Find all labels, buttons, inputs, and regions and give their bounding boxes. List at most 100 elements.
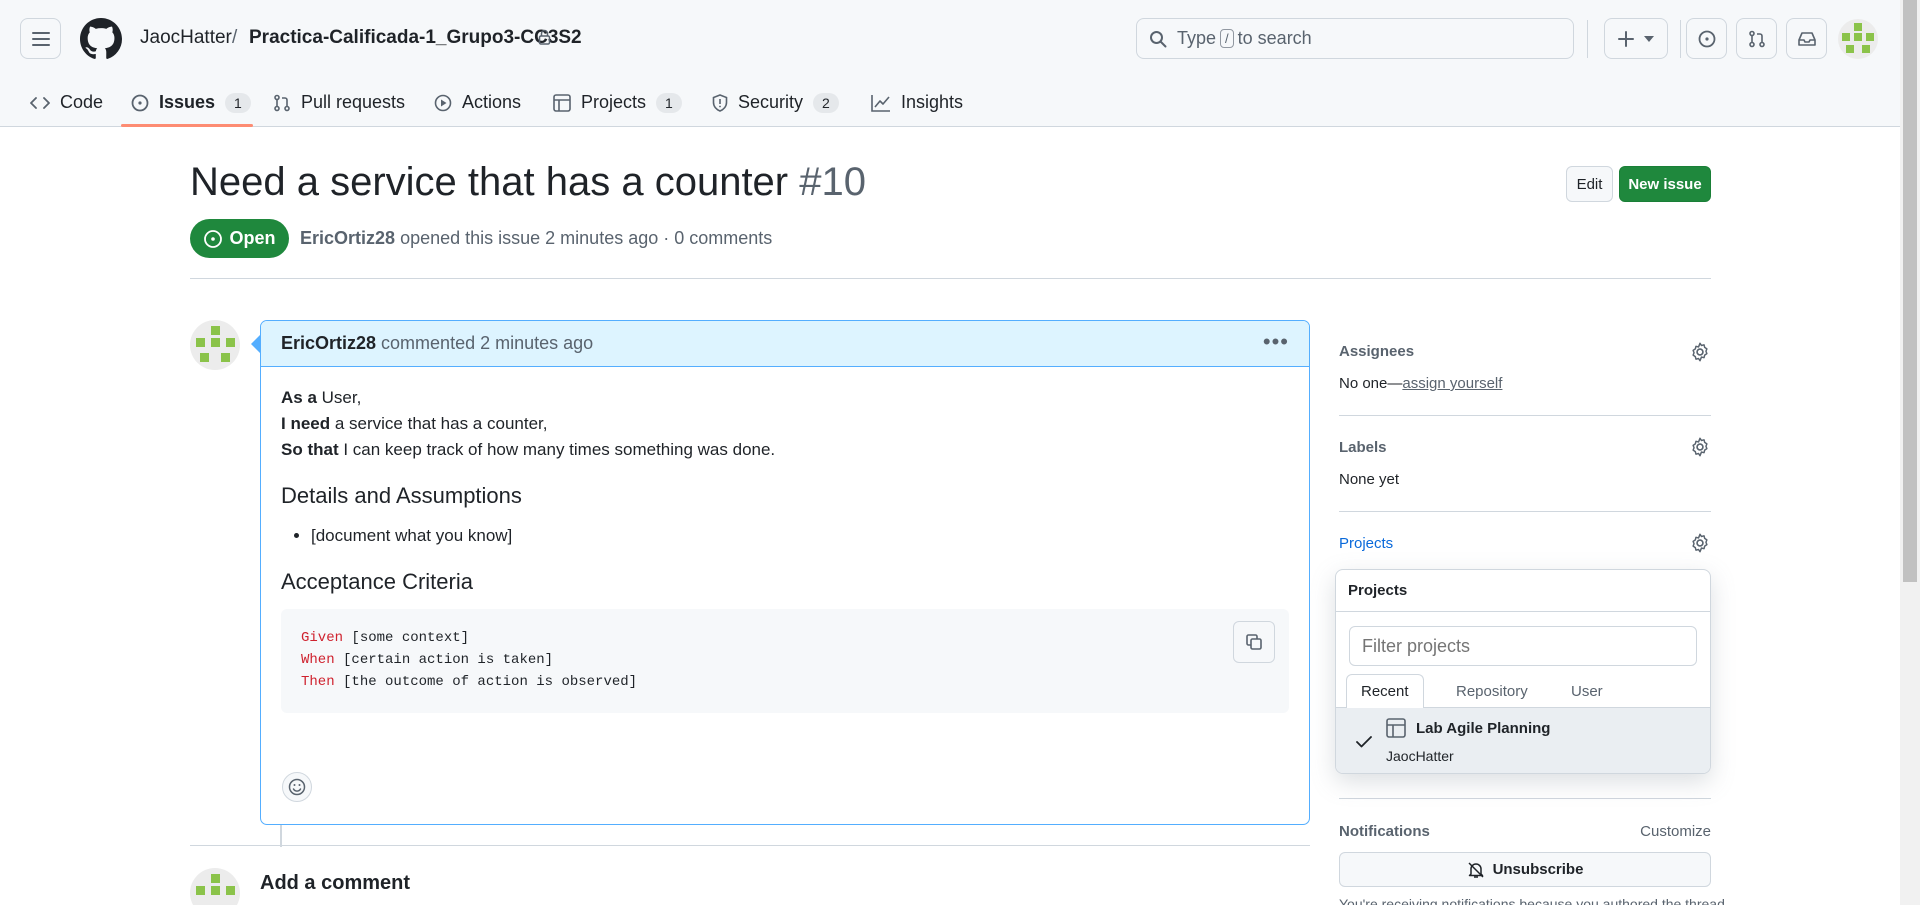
assignees-none: No one— (1339, 375, 1403, 392)
notification-reason: You're receiving notifications because y… (1339, 896, 1729, 905)
details-list: [document what you know] (311, 523, 1289, 549)
issue-title: Need a service that has a counter #10 (190, 160, 866, 205)
tab-count: 2 (813, 92, 839, 113)
chevron-down-icon (1644, 35, 1654, 42)
tab-recent[interactable]: Recent (1346, 674, 1424, 709)
tab-label: Security (738, 92, 804, 112)
shield-icon (712, 93, 728, 112)
unsubscribe-label: Unsubscribe (1492, 861, 1584, 878)
github-logo-icon[interactable] (80, 18, 122, 60)
comment-header: EricOrtiz28 commented 2 minutes ago ••• (261, 321, 1309, 367)
code-icon (30, 96, 50, 109)
divider (190, 845, 1310, 846)
lock-icon (538, 29, 551, 45)
issue-comment: EricOrtiz28 commented 2 minutes ago ••• … (260, 320, 1310, 825)
tab-count: 1 (225, 92, 251, 113)
list-item: [document what you know] (311, 523, 1289, 549)
gear-icon[interactable] (1689, 532, 1711, 554)
bold-text: As a (281, 388, 317, 407)
acceptance-heading: Acceptance Criteria (281, 569, 473, 594)
tab-count: 1 (656, 92, 682, 113)
project-option[interactable]: Lab Agile Planning JaocHatter (1336, 708, 1710, 773)
tab-user[interactable]: User (1557, 674, 1617, 708)
user-avatar[interactable] (1838, 19, 1878, 59)
inbox-icon (1797, 31, 1816, 46)
graph-icon (871, 94, 890, 112)
tab-issues[interactable]: Issues 1 (131, 78, 251, 127)
projects-label[interactable]: Projects (1339, 535, 1393, 552)
issues-button[interactable] (1686, 18, 1727, 59)
issue-title-text: Need a service that has a counter (190, 160, 789, 204)
comment-timestamp[interactable]: commented 2 minutes ago (381, 333, 593, 354)
global-header: JaocHatter / Practica-Calificada-1_Grupo… (0, 0, 1900, 127)
tab-actions[interactable]: Actions (434, 78, 521, 127)
labels-label[interactable]: Labels (1339, 439, 1387, 456)
tab-code[interactable]: Code (30, 78, 103, 127)
inbox-button[interactable] (1786, 18, 1827, 59)
comment-body: As a User, I need a service that has a c… (261, 385, 1309, 713)
breadcrumb-owner[interactable]: JaocHatter (140, 27, 232, 49)
breadcrumb-repo[interactable]: Practica-Calificada-1_Grupo3-CC3S2 (249, 27, 582, 49)
issue-meta-text: opened this issue 2 minutes ago · 0 comm… (400, 228, 773, 248)
notifications-label: Notifications (1339, 823, 1430, 840)
text: a service that has a counter, (330, 414, 548, 433)
divider (1339, 798, 1711, 799)
gear-icon[interactable] (1689, 341, 1711, 363)
issue-author-link[interactable]: EricOrtiz28 (300, 228, 395, 248)
scrollbar-thumb[interactable] (1903, 0, 1917, 582)
git-pull-request-icon (1748, 30, 1765, 47)
project-owner: JaocHatter (1386, 748, 1454, 764)
bold-text: I need (281, 414, 331, 433)
bold-text: So that (281, 440, 339, 459)
divider (1680, 20, 1681, 58)
repo-tabs: Code Issues 1 Pull requests Actions Proj… (0, 78, 1900, 127)
tab-label: Actions (462, 92, 522, 112)
comment-pointer (251, 335, 260, 353)
dropdown-title: Projects (1336, 570, 1710, 612)
add-reaction-button[interactable] (282, 772, 312, 802)
kebab-menu-icon[interactable]: ••• (1263, 329, 1289, 355)
text: User, (316, 388, 362, 407)
code-block: Given [some context] When [certain actio… (281, 609, 1289, 713)
assignees-label[interactable]: Assignees (1339, 343, 1414, 360)
tab-projects[interactable]: Projects 1 (553, 78, 682, 127)
pull-requests-button[interactable] (1736, 18, 1777, 59)
copy-button[interactable] (1233, 621, 1275, 663)
git-pull-request-icon (274, 94, 290, 111)
search-prefix: Type (1177, 28, 1217, 48)
tab-pull-requests[interactable]: Pull requests (273, 78, 405, 127)
tab-repository[interactable]: Repository (1442, 674, 1542, 708)
issue-opened-icon (1698, 30, 1715, 47)
assign-yourself-link[interactable]: assign yourself (1402, 375, 1502, 392)
divider (1339, 415, 1711, 416)
tab-label: Code (60, 92, 104, 112)
new-issue-button[interactable]: New issue (1619, 166, 1711, 202)
play-icon (434, 94, 452, 111)
status-badge: Open (190, 219, 289, 258)
filter-projects-input[interactable] (1349, 626, 1697, 666)
issue-meta: EricOrtiz28 opened this issue 2 minutes … (300, 228, 772, 249)
bell-slash-icon (1468, 861, 1484, 878)
search-suffix: to search (1237, 28, 1312, 48)
projects-dropdown: Projects Recent Repository User Lab Agil… (1335, 569, 1711, 774)
commenter-avatar[interactable] (190, 320, 240, 370)
issue-number: #10 (799, 160, 866, 204)
create-new-button[interactable] (1604, 18, 1668, 59)
table-icon (553, 93, 571, 112)
menu-button[interactable] (20, 18, 61, 59)
tab-label: Pull requests (301, 92, 406, 112)
customize-link[interactable]: Customize (1640, 823, 1711, 840)
status-label: Open (229, 228, 276, 248)
comment-author-link[interactable]: EricOrtiz28 (281, 333, 376, 354)
edit-button[interactable]: Edit (1566, 166, 1613, 202)
code-text: [certain action is taken] (334, 652, 554, 668)
tab-security[interactable]: Security 2 (712, 78, 839, 127)
timeline-connector (280, 825, 282, 847)
gear-icon[interactable] (1689, 436, 1711, 458)
divider (1339, 511, 1711, 512)
search-input[interactable]: Type / to search (1136, 18, 1574, 59)
tab-insights[interactable]: Insights (871, 78, 963, 127)
unsubscribe-button[interactable]: Unsubscribe (1339, 852, 1711, 887)
search-shortcut-key: / (1220, 29, 1234, 48)
hamburger-icon (31, 31, 50, 46)
